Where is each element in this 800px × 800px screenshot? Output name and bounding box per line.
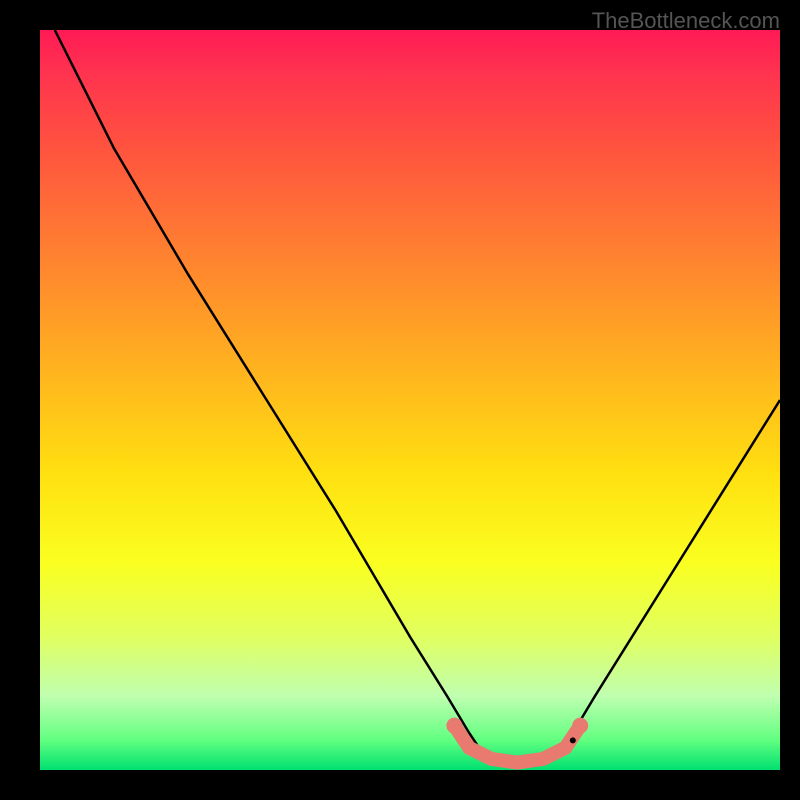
curve-svg: [40, 30, 780, 770]
highlight-endpoint: [572, 718, 588, 734]
highlight-band: [454, 726, 580, 763]
marker-dot: [570, 737, 576, 743]
chart-container: TheBottleneck.com: [0, 0, 800, 800]
highlight-endpoint: [446, 718, 462, 734]
curve-line: [55, 30, 780, 763]
plot-area: [40, 30, 780, 770]
watermark-text: TheBottleneck.com: [592, 8, 780, 34]
